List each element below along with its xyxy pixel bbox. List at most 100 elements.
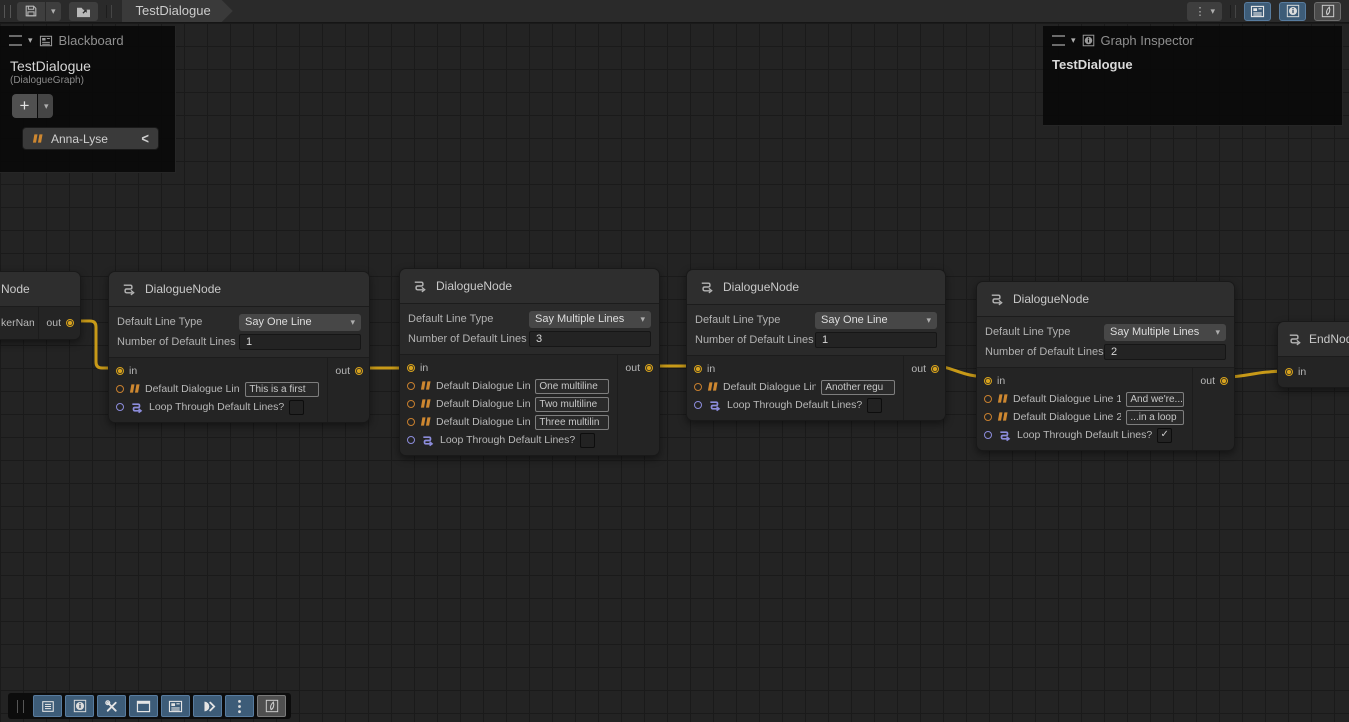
line-label: Default Dialogue Line 3 <box>436 416 530 428</box>
start-node[interactable]: Node kerName out <box>0 271 81 340</box>
num-lines-input[interactable]: 2 <box>1104 344 1226 360</box>
line-port[interactable] <box>694 383 702 391</box>
line-text-input[interactable]: Three multilin <box>535 415 609 430</box>
line-port[interactable] <box>407 418 415 426</box>
loop-checkbox[interactable] <box>580 433 595 448</box>
num-lines-label: Number of Default Lines <box>117 336 239 348</box>
blackboard-icon <box>168 700 183 713</box>
out-port-label: out <box>335 365 350 377</box>
tab-testdialogue[interactable]: TestDialogue <box>122 0 233 22</box>
line-port[interactable] <box>984 413 992 421</box>
toggle-inspector-button[interactable] <box>1279 2 1306 21</box>
caret-down-icon: ▾ <box>350 317 355 328</box>
in-port[interactable] <box>116 367 124 375</box>
node-title[interactable]: EndNode <box>1278 322 1349 356</box>
line-port[interactable] <box>116 385 124 393</box>
out-port[interactable] <box>931 365 939 373</box>
node-title[interactable]: Node <box>0 272 80 306</box>
line-type-dropdown[interactable]: Say One Line▾ <box>815 312 937 329</box>
line-port[interactable] <box>407 382 415 390</box>
add-property-options-button[interactable]: ▾ <box>38 94 53 118</box>
blackboard-icon <box>39 35 53 47</box>
node-title-label: DialogueNode <box>1013 292 1089 306</box>
quote-icon <box>420 399 431 409</box>
dialogue-node-1[interactable]: DialogueNode Default Line Type Say One L… <box>108 271 370 423</box>
line-port[interactable] <box>984 395 992 403</box>
hamburger-icon[interactable] <box>1052 35 1065 46</box>
playback-panel-button[interactable] <box>193 695 222 717</box>
loop-port[interactable] <box>116 403 124 411</box>
line-type-dropdown[interactable]: Say Multiple Lines▾ <box>529 311 651 328</box>
info-icon <box>1082 34 1095 47</box>
line-text-input[interactable]: And we're... <box>1126 392 1184 407</box>
flame-icon <box>1321 4 1335 18</box>
loop-port[interactable] <box>694 401 702 409</box>
loop-port[interactable] <box>984 431 992 439</box>
caret-down-icon[interactable]: ▾ <box>1071 35 1076 46</box>
loop-port[interactable] <box>407 436 415 444</box>
overflow-menu-button[interactable]: ⋮ ▾ <box>1187 2 1222 21</box>
out-port[interactable] <box>1220 377 1228 385</box>
line-text-input[interactable]: One multiline <box>535 379 609 394</box>
num-lines-input[interactable]: 3 <box>529 331 651 347</box>
info-panel-button[interactable] <box>65 695 94 717</box>
toggle-blackboard-button[interactable] <box>1244 2 1271 21</box>
node-title-label: EndNode <box>1309 332 1349 346</box>
blackboard-graph-title: TestDialogue <box>10 58 175 74</box>
in-port[interactable] <box>984 377 992 385</box>
blackboard-property-anna-lyse[interactable]: Anna-Lyse < <box>22 127 159 150</box>
node-title[interactable]: DialogueNode <box>687 270 945 304</box>
end-node[interactable]: EndNode in <box>1277 321 1349 388</box>
flow-icon <box>698 280 715 294</box>
num-lines-input[interactable]: 1 <box>815 332 937 348</box>
line-text-input[interactable]: This is a first <box>245 382 319 397</box>
num-lines-input[interactable]: 1 <box>239 334 361 350</box>
save-button[interactable] <box>17 2 45 21</box>
inspector-header[interactable]: ▾ Graph Inspector <box>1043 26 1342 52</box>
loop-checkbox[interactable] <box>867 398 882 413</box>
open-asset-button[interactable] <box>69 2 98 21</box>
line-text-input[interactable]: Two multiline <box>535 397 609 412</box>
line-label: Default Dialogue Line <box>145 383 240 395</box>
overflow-panel-button[interactable] <box>225 695 254 717</box>
out-port-label: out <box>911 363 926 375</box>
toolbar-drag-handle[interactable] <box>4 5 11 18</box>
line-text-input[interactable]: ...in a loop <box>1126 410 1184 425</box>
in-port[interactable] <box>694 365 702 373</box>
save-options-button[interactable]: ▾ <box>46 2 61 21</box>
in-port[interactable] <box>1285 368 1293 376</box>
loop-label: Loop Through Default Lines? <box>727 399 862 411</box>
dialogue-node-3[interactable]: DialogueNode Default Line Type Say One L… <box>686 269 946 421</box>
blackboard-header[interactable]: ▾ Blackboard <box>0 26 175 52</box>
out-port[interactable] <box>645 364 653 372</box>
add-property-button[interactable]: + <box>12 94 37 118</box>
line-port[interactable] <box>407 400 415 408</box>
console-panel-button[interactable] <box>33 695 62 717</box>
out-port[interactable] <box>355 367 363 375</box>
graph-inspector-panel: ▾ Graph Inspector TestDialogue <box>1043 26 1343 126</box>
blackboard-panel-button[interactable] <box>161 695 190 717</box>
flame-panel-button[interactable] <box>257 695 286 717</box>
toolbar-drag-handle[interactable] <box>17 700 24 713</box>
node-title[interactable]: DialogueNode <box>400 269 659 303</box>
info-icon <box>1286 4 1300 18</box>
in-port[interactable] <box>407 364 415 372</box>
line-text-input[interactable]: Another regu <box>821 380 895 395</box>
collapse-chevron-icon[interactable]: < <box>141 130 149 147</box>
caret-down-icon[interactable]: ▾ <box>28 35 33 46</box>
loop-checkbox[interactable] <box>289 400 304 415</box>
tools-panel-button[interactable] <box>97 695 126 717</box>
window-panel-button[interactable] <box>129 695 158 717</box>
line-type-dropdown[interactable]: Say One Line▾ <box>239 314 361 331</box>
node-title[interactable]: DialogueNode <box>109 272 369 306</box>
dialogue-node-2[interactable]: DialogueNode Default Line Type Say Multi… <box>399 268 660 456</box>
out-port[interactable] <box>66 319 74 327</box>
toggle-flame-button[interactable] <box>1314 2 1341 21</box>
loop-checkbox[interactable]: ✓ <box>1157 428 1172 443</box>
node-title[interactable]: DialogueNode <box>977 282 1234 316</box>
dialogue-node-4[interactable]: DialogueNode Default Line Type Say Multi… <box>976 281 1235 451</box>
window-icon <box>136 700 151 713</box>
port-label: kerName <box>1 317 34 329</box>
hamburger-icon[interactable] <box>9 35 22 46</box>
line-type-dropdown[interactable]: Say Multiple Lines▾ <box>1104 324 1226 341</box>
